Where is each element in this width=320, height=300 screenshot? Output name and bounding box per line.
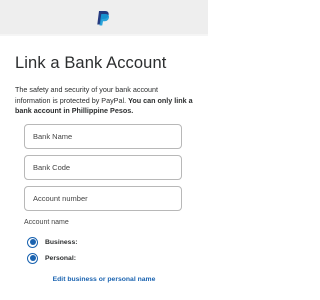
bank-code-input[interactable] [25,156,181,179]
bank-code-field[interactable] [24,155,182,180]
paypal-logo-icon [97,11,110,26]
business-option[interactable]: Business: [27,236,77,248]
account-name-label: Account name [24,219,69,226]
header-band [0,0,208,34]
personal-option[interactable]: Personal: [27,252,76,264]
edit-name-link[interactable]: Edit business or personal name [0,276,208,283]
radio-selected-dot [29,255,36,261]
bank-name-field[interactable] [24,124,182,149]
security-description: The safety and security of your bank acc… [15,85,195,117]
account-number-input[interactable] [25,187,181,210]
personal-label: Personal: [45,254,76,262]
personal-radio[interactable] [27,252,38,264]
account-number-field[interactable] [24,186,182,211]
radio-selected-dot [29,239,36,245]
page-title: Link a Bank Account [15,54,167,72]
business-radio[interactable] [27,236,38,248]
business-label: Business: [45,238,78,246]
bank-name-input[interactable] [25,125,181,148]
